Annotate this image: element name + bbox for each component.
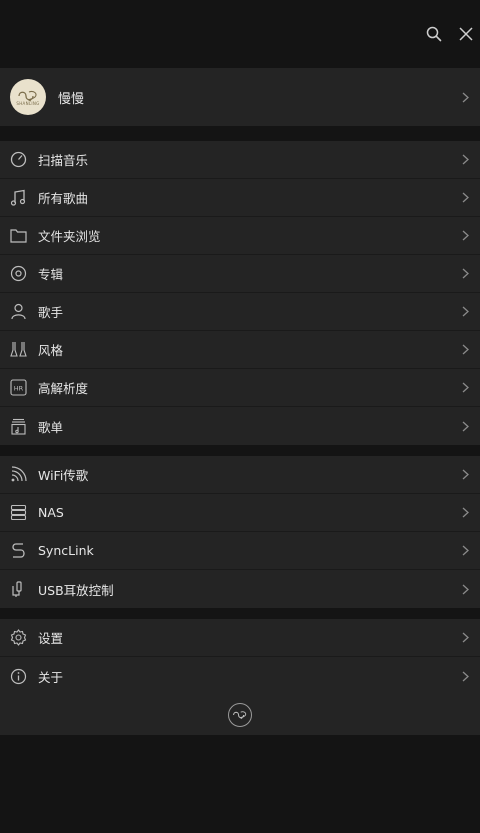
menu-item-label: 所有歌曲 <box>38 191 89 206</box>
menu-item-genre[interactable]: 风格 <box>0 331 480 369</box>
menu-item-label: SyncLink <box>38 543 94 558</box>
avatar: SHANLING <box>10 79 46 115</box>
menu-item-label: 风格 <box>38 343 64 358</box>
top-bar <box>0 0 480 68</box>
chevron-right-icon <box>461 469 469 481</box>
menu-item-label: WiFi传歌 <box>38 468 89 483</box>
system-menu: 设置 关于 <box>0 619 480 695</box>
wifi-icon <box>9 466 27 484</box>
folder-icon <box>9 227 27 245</box>
shanling-logo-icon <box>228 703 252 727</box>
disc-icon <box>9 265 27 283</box>
menu-item-artist[interactable]: 歌手 <box>0 293 480 331</box>
chevron-right-icon <box>461 670 469 682</box>
chevron-right-icon <box>461 154 469 166</box>
menu-item-label: 关于 <box>38 669 64 685</box>
chevron-right-icon <box>461 507 469 519</box>
info-icon <box>9 667 27 685</box>
menu-item-wifi-transfer[interactable]: WiFi传歌 <box>0 456 480 494</box>
music-note-icon <box>9 189 27 207</box>
chevron-right-icon <box>461 420 469 432</box>
scan-icon <box>9 151 27 169</box>
chevron-right-icon <box>461 344 469 356</box>
nas-icon <box>9 504 27 522</box>
avatar-brand-text: SHANLING <box>16 100 40 106</box>
person-icon <box>9 303 27 321</box>
svg-text:HR: HR <box>13 385 23 393</box>
library-menu: 扫描音乐 所有歌曲 文件夹浏览 专辑 歌手 风格 HR 高解析度 歌单 <box>0 141 480 445</box>
menu-item-nas[interactable]: NAS <box>0 494 480 532</box>
chevron-right-icon <box>461 583 469 595</box>
search-icon[interactable] <box>424 24 444 44</box>
chevron-right-icon <box>461 306 469 318</box>
chevron-right-icon <box>461 230 469 242</box>
flask-icon <box>9 341 27 359</box>
footer <box>0 695 480 735</box>
menu-item-folder-browse[interactable]: 文件夹浏览 <box>0 217 480 255</box>
menu-item-usb-amp-control[interactable]: USB耳放控制 <box>0 570 480 608</box>
menu-item-scan-music[interactable]: 扫描音乐 <box>0 141 480 179</box>
usb-icon <box>9 580 27 598</box>
chevron-right-icon <box>461 545 469 557</box>
playlist-icon <box>9 417 27 435</box>
connect-menu: WiFi传歌 NAS SyncLink USB耳放控制 <box>0 456 480 608</box>
profile-row[interactable]: SHANLING 慢慢 <box>0 68 480 126</box>
menu-item-label: 歌手 <box>38 305 64 320</box>
menu-item-label: NAS <box>38 505 64 520</box>
menu-item-album[interactable]: 专辑 <box>0 255 480 293</box>
menu-item-about[interactable]: 关于 <box>0 657 480 695</box>
menu-item-label: 文件夹浏览 <box>38 229 101 244</box>
hr-icon: HR <box>9 379 27 397</box>
menu-item-label: 扫描音乐 <box>38 153 89 168</box>
close-icon[interactable] <box>456 24 476 44</box>
synclink-icon <box>9 542 27 560</box>
menu-item-settings[interactable]: 设置 <box>0 619 480 657</box>
menu-item-playlist[interactable]: 歌单 <box>0 407 480 445</box>
menu-item-label: USB耳放控制 <box>38 582 114 598</box>
menu-item-label: 设置 <box>38 631 64 646</box>
menu-item-label: 高解析度 <box>38 381 89 396</box>
chevron-right-icon <box>461 268 469 280</box>
menu-item-all-songs[interactable]: 所有歌曲 <box>0 179 480 217</box>
menu-item-label: 专辑 <box>38 267 64 282</box>
chevron-right-icon <box>461 91 469 103</box>
menu-item-synclink[interactable]: SyncLink <box>0 532 480 570</box>
gear-icon <box>9 629 27 647</box>
chevron-right-icon <box>461 382 469 394</box>
menu-item-hi-res[interactable]: HR 高解析度 <box>0 369 480 407</box>
chevron-right-icon <box>461 632 469 644</box>
chevron-right-icon <box>461 192 469 204</box>
profile-name: 慢慢 <box>58 91 85 107</box>
menu-item-label: 歌单 <box>38 419 64 435</box>
